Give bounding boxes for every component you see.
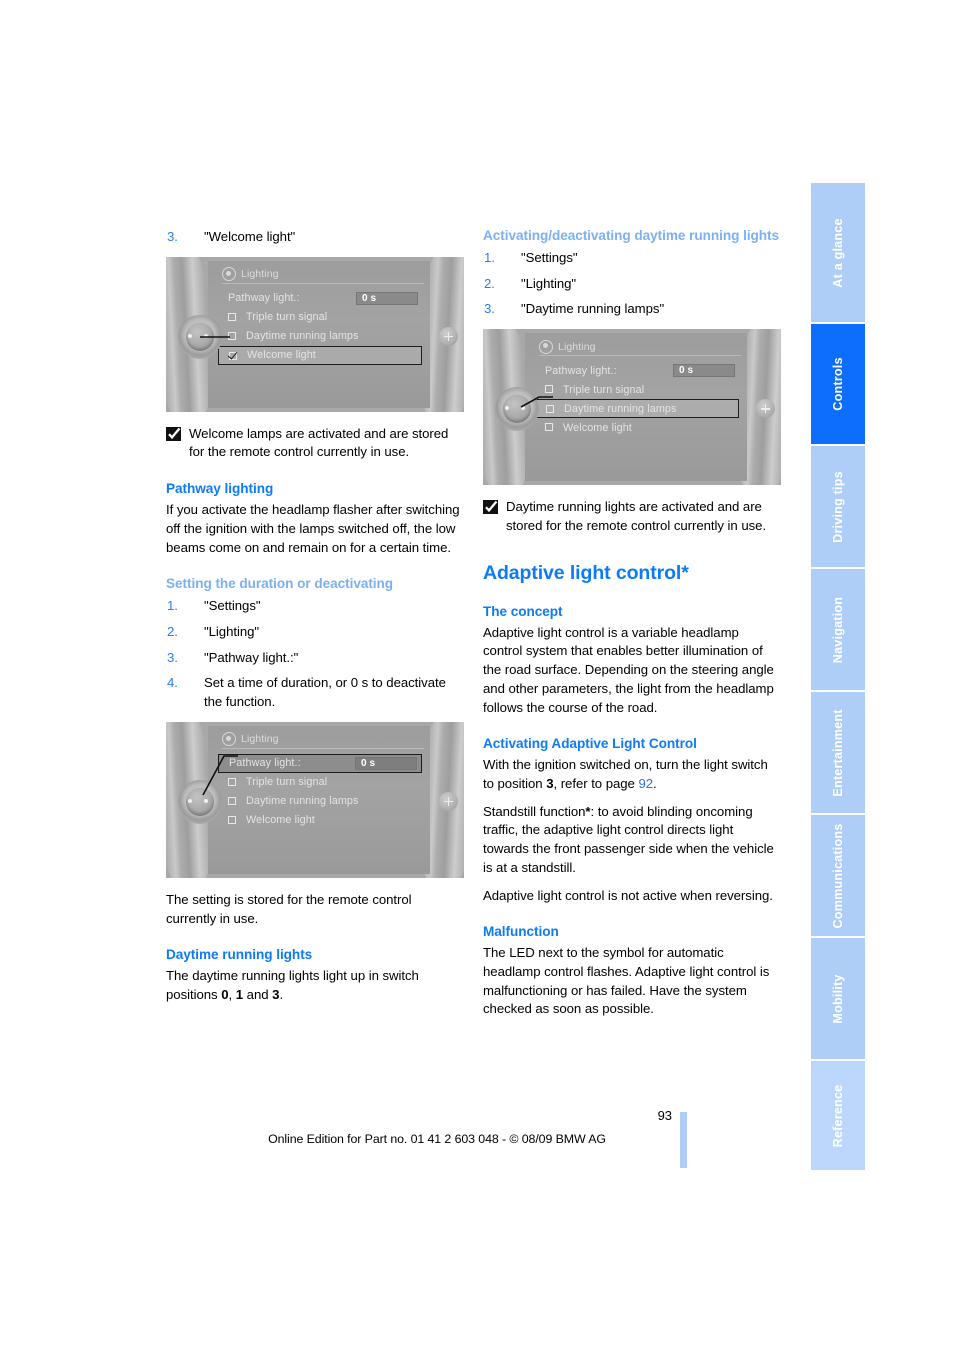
note-text: Daytime running lights are activated and…: [506, 499, 767, 533]
switch-position-0: 0: [221, 986, 229, 1002]
list-item: 1. "Settings": [166, 597, 464, 616]
list-text: "Lighting": [204, 623, 260, 639]
idrive-screenshot-welcome-light: Lighting Pathway light.: 0 s Triple turn…: [166, 256, 464, 412]
heading-malfunction: Malfunction: [483, 924, 559, 940]
paragraph-pathway-lighting: If you activate the headlamp flasher aft…: [166, 502, 460, 555]
heading-activating-adaptive-light-control: Activating Adaptive Light Control: [483, 736, 697, 752]
right-text-column: Activating/deactivating daytime running …: [483, 228, 781, 1028]
footer-accent-bar: [680, 1112, 687, 1168]
heading-setting-duration: Setting the duration or deactivating: [166, 576, 394, 592]
list-text: "Welcome light": [204, 229, 296, 244]
paragraph-standstill-function: Standstill function*: to avoid blinding …: [483, 803, 781, 878]
chapter-tab-at-a-glance[interactable]: At a glance: [811, 183, 865, 324]
note-text: Welcome lamps are activated and are stor…: [189, 425, 449, 460]
heading-the-concept: The concept: [483, 603, 563, 619]
checkmark-box-icon: [166, 426, 181, 441]
heading-activating-daytime-running-lights: Activating/deactivating daytime running …: [483, 228, 780, 243]
chapter-tab-driving-tips[interactable]: Driving tips: [811, 446, 865, 569]
callout-leader-line: [202, 754, 238, 796]
list-item: 2. "Lighting": [166, 623, 464, 642]
list-number: 3.: [167, 649, 178, 665]
list-number: 4.: [167, 675, 178, 691]
paragraph-reversing: Adaptive light control is not active whe…: [483, 887, 773, 903]
drl-end: .: [279, 986, 284, 1002]
alc-text-3: .: [653, 776, 657, 791]
chapter-tab-label: Entertainment: [831, 708, 845, 797]
chapter-tab-reference[interactable]: Reference: [811, 1061, 865, 1170]
paragraph-setting-stored: The setting is stored for the remote con…: [166, 891, 412, 926]
chapter-tab-navigation[interactable]: Navigation: [811, 569, 865, 692]
page-cross-reference[interactable]: 92: [638, 776, 653, 791]
list-item: 3. "Welcome light": [166, 228, 464, 247]
switch-position-1: 1: [235, 986, 244, 1002]
list-item: 4. Set a time of duration, or 0 s to dea…: [166, 674, 464, 711]
section-title-adaptive-light-control: Adaptive light control*: [483, 561, 689, 584]
list-item: 1. "Settings": [483, 249, 781, 268]
list-number: 3.: [167, 229, 178, 244]
standstill-label: Standstill function: [483, 803, 586, 819]
alc-text-2: , refer to page: [553, 776, 639, 791]
paragraph-the-concept: Adaptive light control is a variable hea…: [483, 624, 774, 715]
list-text: "Lighting": [521, 275, 577, 291]
chapter-tab-controls[interactable]: Controls: [811, 324, 865, 446]
chapter-tab-label: Mobility: [831, 973, 845, 1024]
list-text: "Daytime running lamps": [521, 301, 665, 317]
imprint-line: Online Edition for Part no. 01 41 2 603 …: [268, 1132, 606, 1146]
drl-sep-1: ,: [228, 986, 236, 1002]
chapter-tab-mobility[interactable]: Mobility: [811, 938, 865, 1061]
idrive-screenshot-daytime-running-lamps: Lighting Pathway light.: 0 s Triple turn…: [483, 329, 781, 486]
chapter-tab-strip: At a glance Controls Driving tips Naviga…: [811, 183, 865, 1170]
note-welcome-lamps: Welcome lamps are activated and are stor…: [166, 425, 464, 462]
chapter-tab-label: Driving tips: [831, 470, 845, 543]
chapter-tab-label: Navigation: [831, 596, 845, 663]
drl-sep-2: and: [243, 986, 273, 1002]
list-item: 3. "Daytime running lamps": [483, 300, 781, 319]
manual-page: 3. "Welcome light" Lighting Pathway ligh…: [0, 0, 954, 1350]
note-daytime-running-lights: Daytime running lights are activated and…: [483, 498, 781, 535]
checkmark-box-icon: [483, 500, 498, 515]
heading-pathway-lighting: Pathway lighting: [166, 481, 274, 497]
setting-duration-step-list: 1. "Settings" 2. "Lighting" 3. "Pathway …: [166, 597, 464, 712]
activating-drl-step-list: 1. "Settings" 2. "Lighting" 3. "Daytime …: [483, 249, 781, 319]
chapter-tab-communications[interactable]: Communications: [811, 815, 865, 938]
list-item: 2. "Lighting": [483, 275, 781, 294]
chapter-tab-label: Controls: [831, 357, 845, 411]
callout-leader-line: [520, 396, 553, 408]
list-number: 2.: [484, 275, 495, 291]
welcome-light-step-list: 3. "Welcome light": [166, 228, 464, 247]
list-number: 1.: [167, 598, 178, 614]
list-text: "Settings": [521, 249, 578, 265]
idrive-screenshot-pathway-light: Lighting Pathway light.: 0 s Triple turn…: [166, 721, 464, 878]
list-number: 1.: [484, 249, 495, 265]
list-item: 3. "Pathway light.:": [166, 649, 464, 668]
page-number: 93: [657, 1108, 672, 1123]
callout-leader-line: [200, 335, 230, 338]
left-text-column: 3. "Welcome light" Lighting Pathway ligh…: [166, 228, 464, 1014]
chapter-tab-label: Communications: [831, 823, 845, 928]
paragraph-activating-alc: With the ignition switched on, turn the …: [483, 756, 781, 793]
list-number: 3.: [484, 301, 495, 317]
drl-text-1: The daytime running lights light up in s…: [166, 968, 419, 1002]
paragraph-malfunction: The LED next to the symbol for automatic…: [483, 945, 770, 1017]
heading-daytime-running-lights: Daytime running lights: [166, 947, 313, 963]
list-number: 2.: [167, 623, 178, 639]
paragraph-daytime-running-lights: The daytime running lights light up in s…: [166, 967, 464, 1004]
chapter-tab-entertainment[interactable]: Entertainment: [811, 692, 865, 815]
chapter-tab-label: At a glance: [831, 217, 845, 288]
list-text: Set a time of duration, or 0 s to deacti…: [204, 675, 446, 710]
list-text: "Pathway light.:": [204, 649, 299, 665]
list-text: "Settings": [204, 598, 261, 614]
